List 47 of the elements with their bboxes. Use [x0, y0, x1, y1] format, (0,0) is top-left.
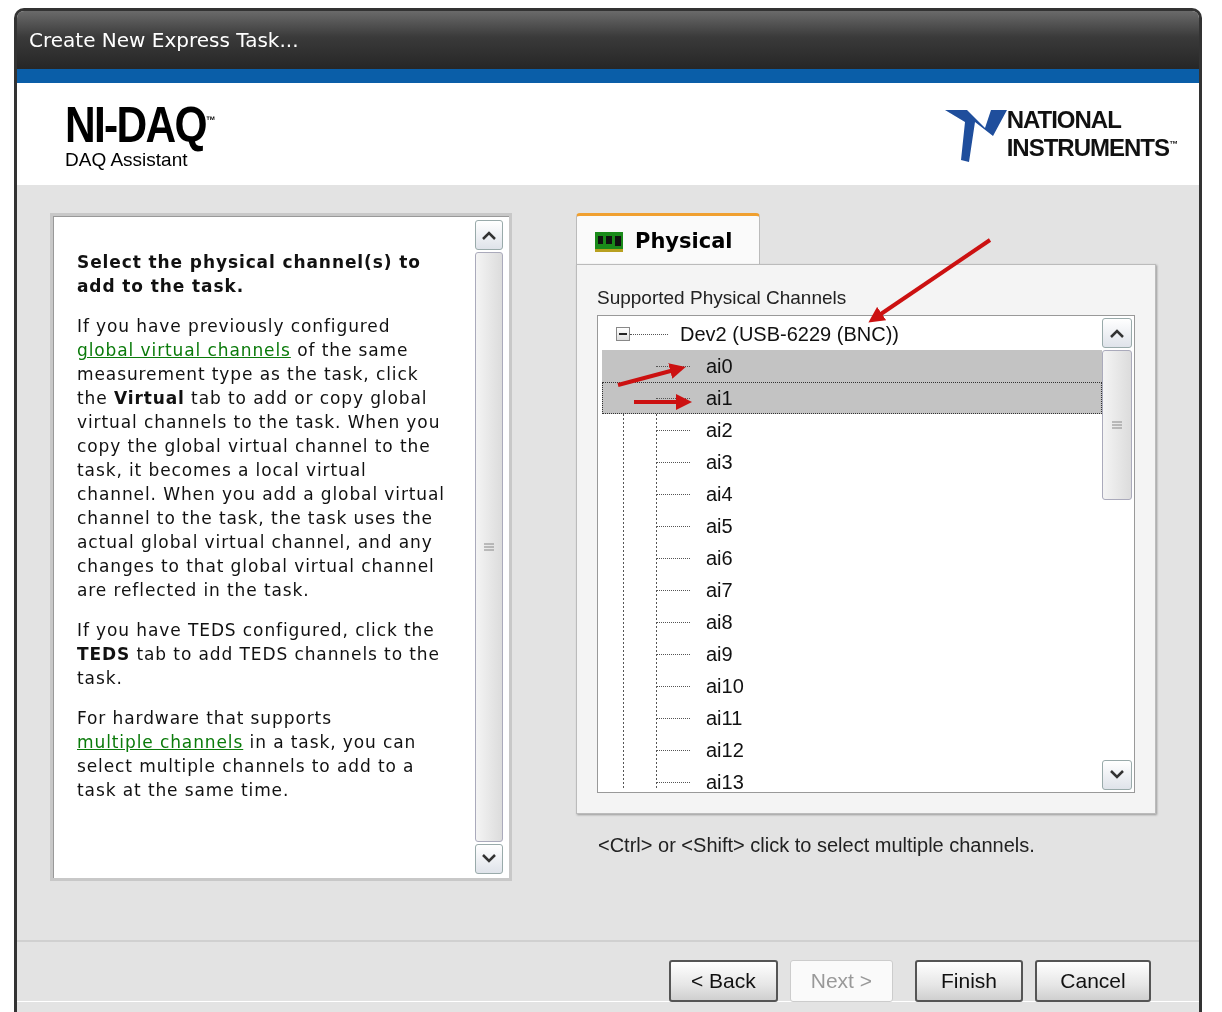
dialog-button[interactable]: Cancel: [1035, 960, 1151, 1002]
scroll-up-button[interactable]: [475, 220, 503, 250]
product-subtitle: DAQ Assistant: [65, 149, 188, 173]
help-link[interactable]: multiple channels: [77, 732, 244, 752]
help-paragraph: For hardware that supports multiple channels in a task, you can select multiple channels to add to a task at the same time.: [77, 707, 418, 802]
scroll-up-button[interactable]: [1102, 318, 1132, 348]
chevron-up-icon: [482, 230, 496, 240]
tree-item[interactable]: ai7: [602, 574, 1102, 606]
tree-item[interactable]: ai0: [602, 350, 1102, 382]
scroll-thumb[interactable]: [1102, 350, 1132, 500]
tree-item[interactable]: ai2: [602, 414, 1102, 446]
hint-text: <Ctrl> or <Shift> click to select multiple channels.: [598, 834, 1036, 857]
tree-item[interactable]: ai9: [602, 638, 1102, 670]
help-heading: Select the physical channel(s) to add to the task.: [77, 251, 422, 298]
window-title: Create New Express Task...: [29, 28, 299, 52]
board-icon: [595, 229, 625, 252]
help-paragraph: If you have TEDS configured, click the TEDS tab to add TEDS channels to the task.: [77, 619, 441, 690]
dialog-button[interactable]: < Back: [668, 960, 778, 1002]
brand-name: INSTRUMENTS$^{™}$: [1006, 133, 1177, 160]
chevron-up-icon: [1110, 328, 1124, 338]
tree-item[interactable]: ai5: [602, 510, 1102, 542]
tree-item[interactable]: ai6: [602, 542, 1102, 574]
help-paragraph: If you have previously configured global virtual channels of the same measurement type as the task, click the Virtual tab to add or copy global virtual channels to the task. When you copy the global virtual channel to the task, it becomes a local virtual channel. When you add a global virtual channel to the task, the task uses the actual global virtual channel, and any changes to that global virtual channel are reflected in the task.: [77, 315, 446, 602]
tree-item[interactable]: ai1: [602, 382, 1102, 414]
brand-name: NATIONAL: [1006, 108, 1123, 132]
annotation-arrow: [617, 363, 686, 387]
tree-item[interactable]: ai3: [602, 446, 1102, 478]
collapse-icon[interactable]: [616, 327, 630, 341]
tree-item[interactable]: ai11: [602, 702, 1102, 734]
annotation-arrow: [634, 394, 692, 410]
chevron-down-icon: [1110, 770, 1124, 780]
dialog-button[interactable]: Finish: [915, 960, 1023, 1002]
scroll-down-button[interactable]: [475, 844, 503, 874]
tree-item[interactable]: ai12: [602, 734, 1102, 766]
chevron-down-icon: [482, 854, 496, 864]
scroll-down-button[interactable]: [1102, 760, 1132, 790]
scrollbar[interactable]: [1102, 318, 1132, 790]
list-label: Supported Physical Channels: [597, 286, 848, 310]
tree-item[interactable]: Dev2 (USB-6229 (BNC)): [680, 322, 899, 346]
grip-icon: [1112, 421, 1122, 429]
tree-item[interactable]: ai8: [602, 606, 1102, 638]
tab[interactable]: Physical: [576, 213, 760, 265]
tree-item[interactable]: ai13: [602, 766, 1102, 790]
grip-icon: [484, 543, 494, 551]
tree-item[interactable]: ai4: [602, 478, 1102, 510]
help-link[interactable]: global virtual channels: [77, 340, 291, 360]
tree-item[interactable]: ai10: [602, 670, 1102, 702]
